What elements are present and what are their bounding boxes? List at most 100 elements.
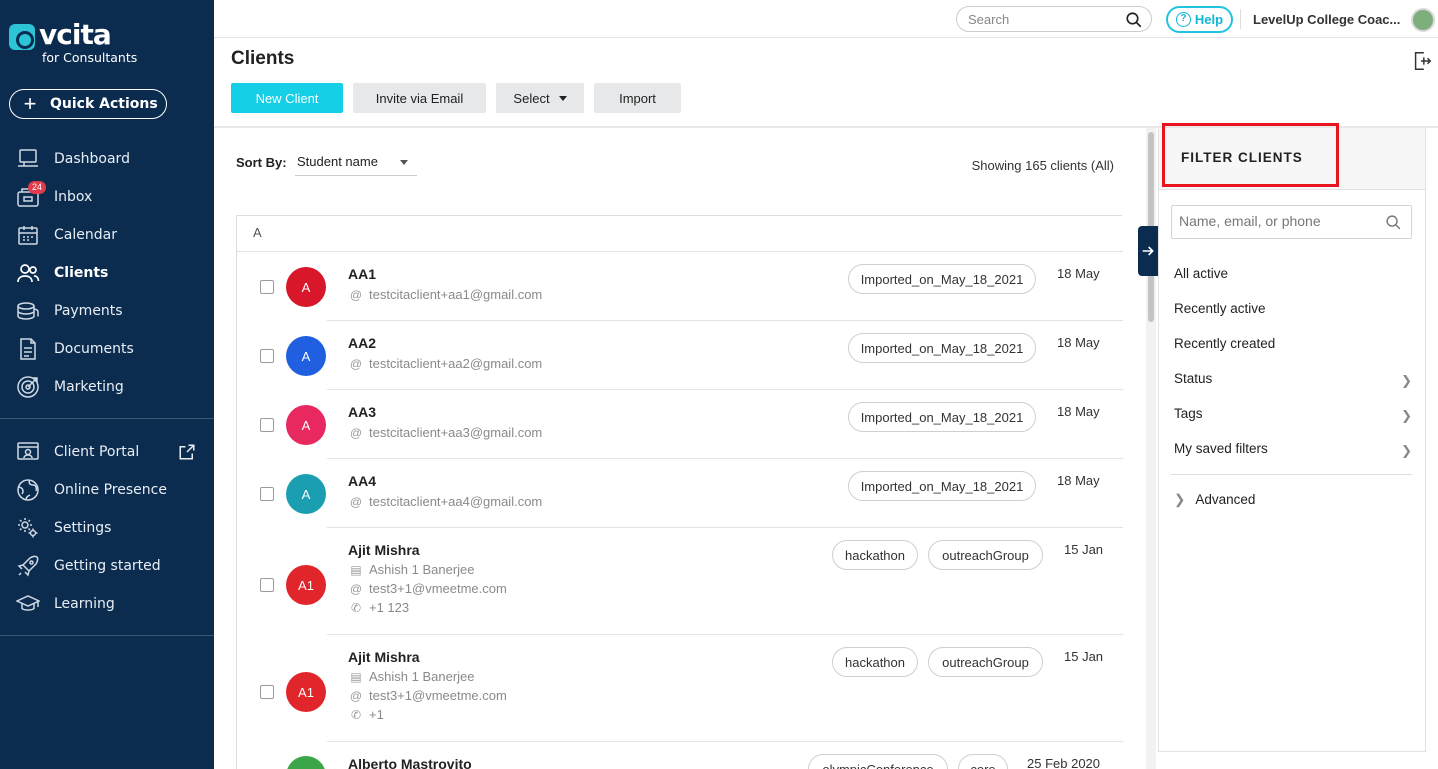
row-checkbox[interactable] bbox=[260, 685, 274, 699]
client-name[interactable]: Ajit Mishra bbox=[348, 649, 420, 665]
external-link-icon[interactable] bbox=[178, 443, 196, 461]
filter-search-input[interactable] bbox=[1179, 213, 1379, 229]
sidebar-item-marketing[interactable]: Marketing bbox=[0, 368, 214, 406]
client-email: @ testcitaclient+aa1@gmail.com bbox=[348, 287, 542, 302]
tag-chip[interactable]: hackathon bbox=[832, 647, 918, 677]
highlight-annotation bbox=[1162, 123, 1339, 187]
filter-my-saved-filters[interactable]: My saved filters ❯ bbox=[1174, 441, 1412, 467]
filter-tags[interactable]: Tags ❯ bbox=[1174, 406, 1412, 432]
sidebar-item-label: Marketing bbox=[54, 379, 124, 395]
tag-chip[interactable]: Imported_on_May_18_2021 bbox=[848, 471, 1036, 501]
calendar-icon bbox=[16, 223, 40, 247]
sort-by-select[interactable]: Student name bbox=[295, 149, 417, 176]
client-contact-text: Ashish 1 Banerjee bbox=[369, 562, 475, 577]
global-search[interactable] bbox=[956, 6, 1152, 32]
top-bar: ? Help LevelUp College Coac... bbox=[214, 0, 1438, 38]
row-checkbox[interactable] bbox=[260, 349, 274, 363]
sidebar-item-getting-started[interactable]: Getting started bbox=[0, 547, 214, 585]
quick-actions-label: Quick Actions bbox=[50, 96, 158, 112]
sidebar: vcita for Consultants + Quick Actions Da… bbox=[0, 0, 214, 769]
sidebar-item-payments[interactable]: Payments bbox=[0, 292, 214, 330]
table-row[interactable]: A AA1 @ testcitaclient+aa1@gmail.com Impo… bbox=[237, 252, 1123, 321]
at-icon: @ bbox=[349, 581, 363, 596]
client-name[interactable]: Alberto Mastrovito bbox=[348, 756, 472, 769]
tag-chip[interactable]: Imported_on_May_18_2021 bbox=[848, 333, 1036, 363]
table-row[interactable]: A1 Ajit Mishra ▤ Ashish 1 Banerjee @ test3… bbox=[237, 635, 1123, 742]
tag-chip[interactable]: outreachGroup bbox=[928, 647, 1043, 677]
filter-all-active[interactable]: All active bbox=[1174, 266, 1412, 292]
sidebar-item-dashboard[interactable]: Dashboard bbox=[0, 140, 214, 178]
sidebar-item-label: Clients bbox=[54, 265, 109, 281]
tag-chip[interactable]: outreachGroup bbox=[928, 540, 1043, 570]
logout-icon[interactable] bbox=[1411, 50, 1433, 72]
filter-divider bbox=[1171, 474, 1412, 475]
account-avatar[interactable] bbox=[1411, 8, 1435, 32]
tag-chip[interactable]: olympicConference bbox=[808, 754, 948, 769]
brand-name: vcita bbox=[39, 18, 112, 51]
invite-via-email-button[interactable]: Invite via Email bbox=[353, 83, 486, 113]
search-icon[interactable] bbox=[1125, 11, 1143, 29]
phone-icon: ✆ bbox=[350, 600, 362, 615]
client-date: 18 May bbox=[1057, 335, 1100, 350]
avatar bbox=[286, 756, 326, 769]
tag-chip[interactable]: core bbox=[958, 754, 1008, 769]
filter-recently-created[interactable]: Recently created bbox=[1174, 336, 1412, 362]
client-phone: ✆ +1 123 bbox=[348, 600, 409, 615]
tag-chip[interactable]: hackathon bbox=[832, 540, 918, 570]
client-email-text: testcitaclient+aa2@gmail.com bbox=[369, 356, 543, 371]
table-row[interactable]: A AA4 @ testcitaclient+aa4@gmail.com Impo… bbox=[237, 459, 1123, 528]
table-row[interactable]: A AA2 @ testcitaclient+aa2@gmail.com Impo… bbox=[237, 321, 1123, 390]
sidebar-item-online-presence[interactable]: Online Presence bbox=[0, 471, 214, 509]
avatar: A bbox=[286, 267, 326, 307]
quick-actions-button[interactable]: + Quick Actions bbox=[9, 89, 167, 119]
client-name[interactable]: AA4 bbox=[348, 473, 376, 489]
search-icon[interactable] bbox=[1385, 214, 1402, 231]
client-date: 25 Feb 2020 bbox=[1027, 756, 1101, 769]
sidebar-item-label: Settings bbox=[54, 520, 112, 536]
list-scrollbar[interactable] bbox=[1146, 128, 1156, 769]
client-email: @ testcitaclient+aa2@gmail.com bbox=[348, 356, 542, 371]
filter-item-label: All active bbox=[1174, 266, 1229, 281]
table-row[interactable]: A AA3 @ testcitaclient+aa3@gmail.com Impo… bbox=[237, 390, 1123, 459]
sidebar-item-learning[interactable]: Learning bbox=[0, 585, 214, 623]
new-client-button[interactable]: New Client bbox=[231, 83, 343, 113]
group-letter: A bbox=[253, 225, 262, 240]
row-checkbox[interactable] bbox=[260, 418, 274, 432]
caret-down-icon bbox=[400, 160, 408, 165]
help-button[interactable]: ? Help bbox=[1166, 6, 1233, 33]
row-checkbox[interactable] bbox=[260, 578, 274, 592]
caret-down-icon bbox=[558, 95, 567, 101]
filter-advanced-toggle[interactable]: ❯ Advanced bbox=[1174, 492, 1255, 508]
tag-chip[interactable]: Imported_on_May_18_2021 bbox=[848, 264, 1036, 294]
sidebar-item-calendar[interactable]: Calendar bbox=[0, 216, 214, 254]
help-label: Help bbox=[1194, 12, 1224, 27]
client-name[interactable]: AA3 bbox=[348, 404, 376, 420]
sidebar-item-label: Client Portal bbox=[54, 444, 140, 460]
tag-chip[interactable]: Imported_on_May_18_2021 bbox=[848, 402, 1036, 432]
sidebar-item-settings[interactable]: Settings bbox=[0, 509, 214, 547]
filter-search[interactable] bbox=[1171, 205, 1412, 239]
sidebar-item-documents[interactable]: Documents bbox=[0, 330, 214, 368]
collapse-filter-panel-button[interactable] bbox=[1138, 226, 1158, 276]
client-name[interactable]: AA1 bbox=[348, 266, 376, 282]
sidebar-item-label: Documents bbox=[54, 341, 134, 357]
import-button[interactable]: Import bbox=[594, 83, 681, 113]
select-dropdown-button[interactable]: Select bbox=[496, 83, 584, 113]
client-count: Showing 165 clients (All) bbox=[971, 158, 1114, 173]
client-name[interactable]: Ajit Mishra bbox=[348, 542, 420, 558]
account-name[interactable]: LevelUp College Coac... bbox=[1253, 12, 1401, 27]
client-name[interactable]: AA2 bbox=[348, 335, 376, 351]
settings-icon bbox=[16, 516, 40, 540]
filter-recently-active[interactable]: Recently active bbox=[1174, 301, 1412, 327]
row-checkbox[interactable] bbox=[260, 280, 274, 294]
table-row[interactable]: A1 Ajit Mishra ▤ Ashish 1 Banerjee @ test3… bbox=[237, 528, 1123, 635]
plus-icon: + bbox=[23, 91, 37, 116]
row-checkbox[interactable] bbox=[260, 487, 274, 501]
global-search-input[interactable] bbox=[968, 11, 1118, 27]
sidebar-item-clients[interactable]: Clients bbox=[0, 254, 214, 292]
filter-status[interactable]: Status ❯ bbox=[1174, 371, 1412, 397]
client-date: 18 May bbox=[1057, 404, 1100, 419]
rocket-icon bbox=[16, 554, 40, 578]
page-header: Clients New Client Invite via Email Sele… bbox=[214, 38, 1438, 128]
table-row[interactable]: Alberto Mastrovito olympicConference cor… bbox=[237, 742, 1123, 769]
